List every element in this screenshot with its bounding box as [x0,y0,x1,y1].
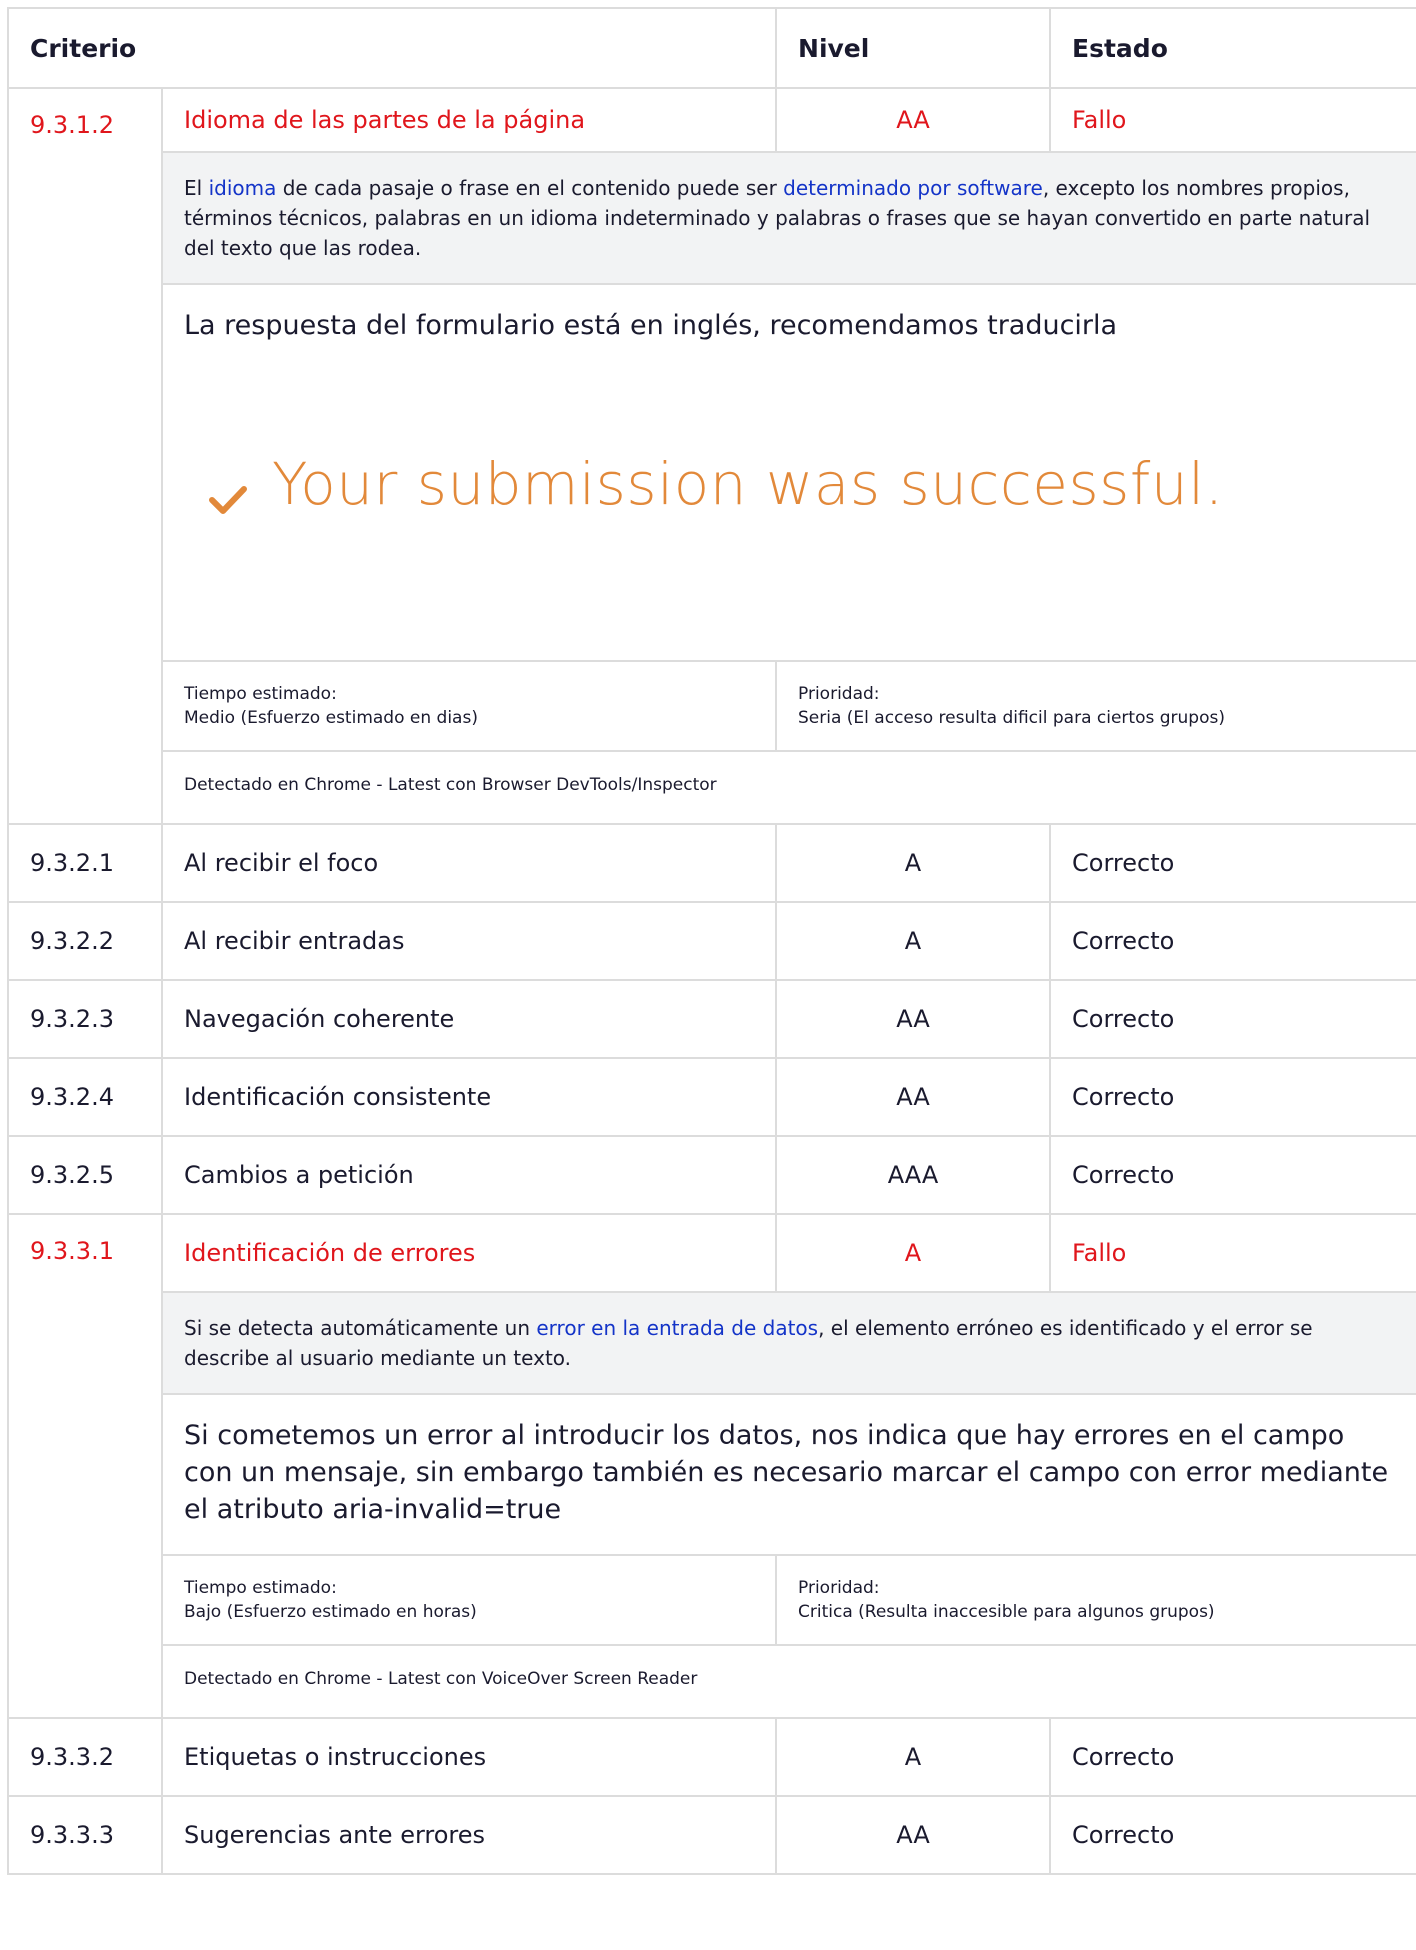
screenshot-image: Your submission was successful. [184,344,1396,634]
priority: Prioridad: Seria (El acceso resulta difi… [775,660,1416,752]
criterion-status: Correcto [1049,979,1416,1059]
idioma-link[interactable]: idioma [209,176,277,200]
estimated-time-label: Tiempo estimado: [184,1578,337,1598]
criterion-level: A [775,901,1052,981]
screenshot-message: Your submission was successful. [272,450,1224,518]
priority-value: Critica (Resulta inaccesible para alguno… [798,1602,1215,1622]
table-row: 9.3.2.2 Al recibir entradas A Correcto [7,901,1416,981]
criterion-level: A [775,823,1052,903]
criterion-name: Sugerencias ante errores [160,1795,778,1875]
criterion-level: A [775,1213,1052,1293]
table-row: 9.3.1.2 Idioma de las partes de la págin… [7,87,1416,825]
table-row: 9.3.3.2 Etiquetas o instrucciones A Corr… [7,1717,1416,1797]
observation: La respuesta del formulario está en ingl… [160,283,1416,662]
criterion-level: A [775,1717,1052,1797]
criterion-description: El idioma de cada pasaje o frase en el c… [160,151,1416,285]
detected-row: Detectado en Chrome - Latest con Browser… [8,750,1416,825]
priority-value: Seria (El acceso resulta dificil para ci… [798,708,1225,728]
criterion-id: 9.3.2.5 [7,1135,163,1215]
criterion-level: AAA [775,1135,1052,1215]
estimated-time-value: Bajo (Esfuerzo estimado en horas) [184,1602,477,1622]
priority: Prioridad: Critica (Resulta inaccesible … [775,1554,1416,1646]
criterion-name: Navegación coherente [160,979,778,1059]
criterion-id: 9.3.2.3 [7,979,163,1059]
criterion-name: Al recibir entradas [160,901,778,981]
table-row: 9.3.2.1 Al recibir el foco A Correcto [7,823,1416,903]
criterion-description: Si se detecta automáticamente un error e… [160,1291,1416,1395]
criterion-id: 9.3.2.4 [7,1057,163,1137]
criterion-name: Etiquetas o instrucciones [160,1717,778,1797]
determinado-por-software-link[interactable]: determinado por software [783,176,1043,200]
detected-text: Detectado en Chrome - Latest con VoiceOv… [160,1644,1416,1719]
header-criterio: Criterio [6,7,778,89]
description-row: Si se detecta automáticamente un error e… [8,1291,1416,1395]
criterion-name: Identificación consistente [160,1057,778,1137]
criterion-id: 9.3.3.1 [7,1213,163,1719]
criterion-level: AA [775,979,1052,1059]
criterion-status: Correcto [1049,1135,1416,1215]
table-row: 9.3.2.5 Cambios a petición AAA Correcto [7,1135,1416,1215]
criterion-status: Correcto [1049,901,1416,981]
criterion-level: AA [775,1795,1052,1875]
criterion-id: 9.3.2.2 [7,901,163,981]
estimated-time-label: Tiempo estimado: [184,684,337,704]
criterion-level: AA [775,87,1052,153]
criterion-status: Correcto [1049,1057,1416,1137]
error-entrada-datos-link[interactable]: error en la entrada de datos [536,1316,818,1340]
table-header: Criterio Nivel Estado [6,7,1416,89]
estimated-time: Tiempo estimado: Bajo (Esfuerzo estimado… [160,1554,778,1646]
criterion-status: Fallo [1049,1213,1416,1293]
priority-label: Prioridad: [798,684,880,704]
observation-row: Si cometemos un error al introducir los … [8,1393,1416,1556]
criterion-id: 9.3.3.2 [7,1717,163,1797]
criterion-name: Identificación de errores [160,1213,778,1293]
criterion-level: AA [775,1057,1052,1137]
criterion-id: 9.3.1.2 [7,87,163,825]
criterion-name: Al recibir el foco [160,823,778,903]
header-nivel: Nivel [775,7,1052,89]
observation-row: La respuesta del formulario está en ingl… [8,283,1416,662]
detected-row: Detectado en Chrome - Latest con VoiceOv… [8,1644,1416,1719]
criterion-id: 9.3.2.1 [7,823,163,903]
meta-row: Tiempo estimado: Medio (Esfuerzo estimad… [8,660,1416,752]
criterion-status: Fallo [1049,87,1416,153]
priority-label: Prioridad: [798,1578,880,1598]
criterion-status: Correcto [1049,823,1416,903]
detected-text: Detectado en Chrome - Latest con Browser… [160,750,1416,825]
description-row: El idioma de cada pasaje o frase en el c… [8,151,1416,285]
meta-row: Tiempo estimado: Bajo (Esfuerzo estimado… [8,1554,1416,1646]
criteria-table: Criterio Nivel Estado 9.3.1.2 Idioma de … [6,7,1416,1875]
estimated-time: Tiempo estimado: Medio (Esfuerzo estimad… [160,660,778,752]
estimated-time-value: Medio (Esfuerzo estimado en dias) [184,708,478,728]
table-row: 9.3.3.3 Sugerencias ante errores AA Corr… [7,1795,1416,1875]
criterion-name: Cambios a petición [160,1135,778,1215]
criterion-name: Idioma de las partes de la página [160,87,778,153]
check-icon [209,486,247,514]
table-row: 9.3.2.4 Identificación consistente AA Co… [7,1057,1416,1137]
table-row: 9.3.3.1 Identificación de errores A Fall… [7,1213,1416,1719]
observation-text: La respuesta del formulario está en ingl… [184,310,1118,341]
table-row: 9.3.2.3 Navegación coherente AA Correcto [7,979,1416,1059]
criterion-status: Correcto [1049,1717,1416,1797]
observation-text: Si cometemos un error al introducir los … [160,1393,1416,1556]
criterion-status: Correcto [1049,1795,1416,1875]
header-estado: Estado [1049,7,1416,89]
criterion-id: 9.3.3.3 [7,1795,163,1875]
